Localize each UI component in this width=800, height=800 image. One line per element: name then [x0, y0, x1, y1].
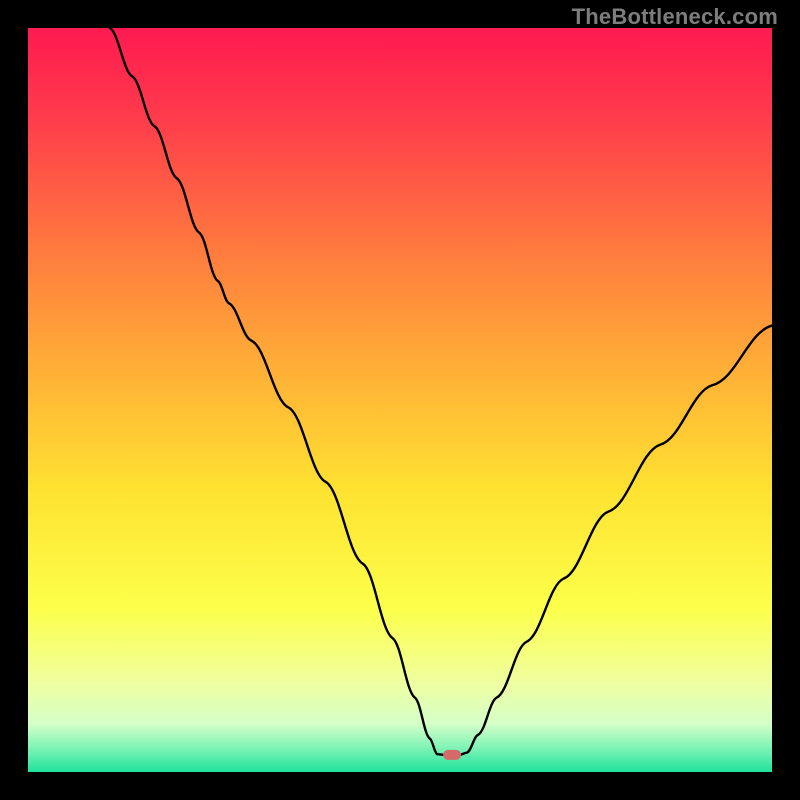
gradient-background [28, 28, 772, 772]
plot-area [28, 28, 772, 772]
chart-frame: TheBottleneck.com [0, 0, 800, 800]
watermark-text: TheBottleneck.com [572, 4, 778, 30]
minimum-marker [443, 750, 461, 760]
chart-svg [28, 28, 772, 772]
